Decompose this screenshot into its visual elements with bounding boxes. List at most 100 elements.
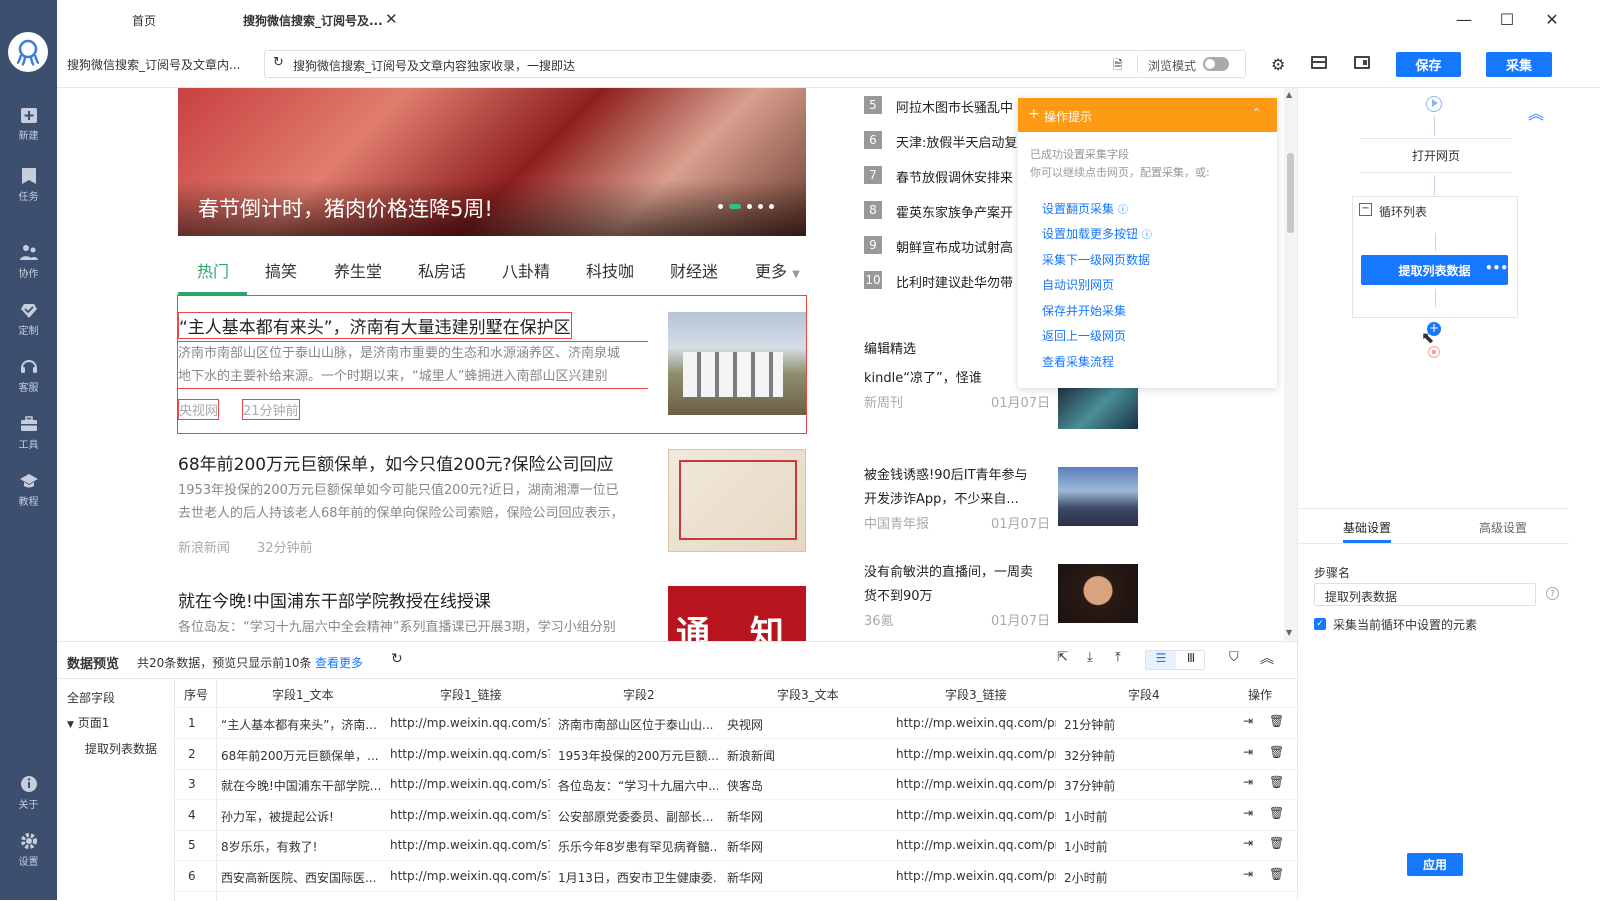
tip-header[interactable]: + 操作提示 ⌃: [1018, 98, 1277, 132]
maximize-icon[interactable]: ☐: [1496, 8, 1518, 30]
tab-sogou[interactable]: 搜狗微信搜索_订阅号及...: [243, 12, 383, 29]
col-header[interactable]: 字段4: [1128, 686, 1160, 703]
sidebar-item-new[interactable]: 新建: [0, 105, 57, 142]
tip-link-auto-detect[interactable]: 自动识别网页: [1042, 276, 1114, 293]
delete-icon[interactable]: 🗑: [1269, 714, 1284, 728]
settings-gear-icon[interactable]: ⚙: [1271, 55, 1285, 74]
nav-tab-gossip[interactable]: 八卦精: [502, 258, 550, 282]
edit-icon[interactable]: ⇥: [1243, 714, 1253, 728]
loop-label[interactable]: 循环列表: [1379, 203, 1427, 220]
tip-link-view-flow[interactable]: 查看采集流程: [1042, 353, 1114, 370]
loop-collapse-icon[interactable]: −: [1359, 203, 1372, 216]
collapse-icon[interactable]: ⌃: [1252, 106, 1261, 119]
tip-link-pagination[interactable]: 设置翻页采集 ⓘ: [1042, 200, 1128, 217]
stop-icon[interactable]: [1428, 346, 1440, 358]
save-button[interactable]: 保存: [1396, 52, 1461, 77]
refresh-icon[interactable]: ↻: [273, 55, 284, 70]
minimize-icon[interactable]: —: [1453, 8, 1475, 30]
sidebar-item-collab[interactable]: 协作: [0, 243, 57, 280]
delete-icon[interactable]: 🗑: [1269, 775, 1284, 789]
tab-advanced-settings[interactable]: 高级设置: [1479, 519, 1527, 536]
pick-thumbnail[interactable]: [1058, 467, 1138, 526]
url-bar[interactable]: ↻ 搜狗微信搜索_订阅号及文章内容独家收录，一搜即达 🗎 浏览模式: [264, 50, 1246, 78]
browse-mode-toggle[interactable]: [1203, 57, 1229, 71]
step-name-input[interactable]: 提取列表数据: [1314, 583, 1536, 606]
collect-loop-checkbox[interactable]: ✓: [1314, 618, 1326, 630]
edit-icon[interactable]: ⇥: [1243, 836, 1253, 850]
scroll-thumb[interactable]: [1287, 153, 1294, 233]
panel-icon[interactable]: [1354, 56, 1370, 69]
nav-tab-more[interactable]: 更多 ▼: [755, 258, 800, 282]
article-source[interactable]: 新浪新闻: [178, 537, 230, 556]
rank-item[interactable]: 阿拉木图市长骚乱中: [896, 97, 1013, 116]
sidebar-item-about[interactable]: 关于: [0, 774, 57, 811]
tip-link-next-level[interactable]: 采集下一级网页数据: [1042, 251, 1150, 268]
tip-link-load-more[interactable]: 设置加载更多按钮 ⓘ: [1042, 225, 1152, 242]
delete-icon[interactable]: 🗑: [1269, 745, 1284, 759]
sidebar-item-service[interactable]: 客服: [0, 357, 57, 394]
banner-dots[interactable]: [718, 204, 774, 209]
article-time[interactable]: 32分钟前: [257, 537, 313, 556]
collapse-up-icon[interactable]: ︽: [1528, 100, 1544, 124]
nav-tab-health[interactable]: 养生堂: [334, 258, 382, 282]
collect-button[interactable]: 采集: [1486, 52, 1552, 77]
article-thumbnail[interactable]: 通 知: [668, 586, 806, 641]
tip-link-back[interactable]: 返回上一级网页: [1042, 327, 1126, 344]
edit-icon[interactable]: ⇥: [1243, 806, 1253, 820]
nav-tab-private[interactable]: 私房话: [418, 258, 466, 282]
download-icon[interactable]: ⤓: [1087, 650, 1093, 665]
rank-item[interactable]: 霍英东家族争产案开: [896, 202, 1013, 221]
tip-link-save-start[interactable]: 保存并开始采集: [1042, 302, 1126, 319]
list-view-icon[interactable]: ☰: [1146, 651, 1176, 669]
article-title[interactable]: 就在今晚!中国浦东干部学院教授在线授课: [178, 587, 491, 612]
sidebar-item-task[interactable]: 任务: [0, 166, 57, 203]
page-icon[interactable]: 🗎: [1113, 56, 1123, 77]
delete-icon[interactable]: 🗑: [1269, 867, 1284, 881]
filter-icon[interactable]: ⛉: [1229, 650, 1239, 665]
tab-basic-settings[interactable]: 基础设置: [1343, 519, 1391, 536]
article-title[interactable]: “主人基本都有来头”，济南有大量违建别墅在保护区: [178, 312, 572, 339]
sidebar-item-tools[interactable]: 工具: [0, 414, 57, 451]
rank-item[interactable]: 朝鲜宣布成功试射高: [896, 237, 1013, 256]
banner-image[interactable]: 春节倒计时，猪肉价格连降5周!: [178, 88, 806, 236]
export-icon[interactable]: ⇱: [1057, 650, 1068, 665]
flow-step-open-page[interactable]: 打开网页: [1360, 138, 1512, 173]
rank-item[interactable]: 春节放假调休安排来: [896, 167, 1013, 186]
delete-icon[interactable]: 🗑: [1269, 806, 1284, 820]
sidebar-item-tutorial[interactable]: 教程: [0, 471, 57, 508]
col-header[interactable]: 字段1_链接: [440, 686, 502, 703]
col-header[interactable]: 字段3_链接: [945, 686, 1007, 703]
view-more-link[interactable]: 查看更多: [315, 654, 363, 671]
pick-title[interactable]: 没有俞敏洪的直播间，一周卖 货不到90万: [864, 561, 1033, 609]
nav-tab-finance[interactable]: 财经迷: [670, 258, 718, 282]
pick-thumbnail[interactable]: [1058, 564, 1138, 623]
banner-caption[interactable]: 春节倒计时，猪肉价格连降5周!: [198, 193, 493, 223]
col-header[interactable]: 字段2: [623, 686, 655, 703]
column-view-icon[interactable]: Ⅲ: [1176, 651, 1206, 669]
refresh-preview-icon[interactable]: ↻: [391, 651, 403, 667]
edit-icon[interactable]: ⇥: [1243, 745, 1253, 759]
col-header[interactable]: 字段3_文本: [777, 686, 839, 703]
pick-thumbnail[interactable]: [1058, 388, 1138, 429]
apply-button[interactable]: 应用: [1407, 853, 1463, 876]
play-icon[interactable]: [1426, 96, 1442, 112]
edit-icon[interactable]: ⇥: [1243, 775, 1253, 789]
flow-step-extract[interactable]: 提取列表数据 •••: [1361, 255, 1508, 285]
article-thumbnail[interactable]: [668, 449, 806, 552]
nav-tab-funny[interactable]: 搞笑: [265, 258, 297, 282]
layout-icon[interactable]: [1311, 56, 1327, 69]
nav-tab-hot[interactable]: 热门: [197, 258, 229, 282]
flow-loop-box[interactable]: − 循环列表 提取列表数据 •••: [1352, 196, 1518, 318]
nav-tab-tech[interactable]: 科技咖: [586, 258, 634, 282]
edit-icon[interactable]: ⇥: [1243, 867, 1253, 881]
delete-icon[interactable]: 🗑: [1269, 836, 1284, 850]
article-time[interactable]: 21分钟前: [242, 399, 300, 420]
rank-item[interactable]: 比利时建议赴华勿带: [896, 272, 1013, 291]
collapse-panel-icon[interactable]: ︽: [1260, 648, 1274, 668]
help-icon[interactable]: ?: [1546, 587, 1559, 600]
webpage-scrollbar[interactable]: ▲ ▼: [1284, 88, 1297, 641]
more-dots-icon[interactable]: •••: [1485, 261, 1508, 275]
view-toggle[interactable]: ☰ Ⅲ: [1145, 650, 1205, 670]
tree-page-1[interactable]: ▼ 页面1: [67, 714, 109, 731]
article-source[interactable]: 央视网: [178, 399, 220, 420]
